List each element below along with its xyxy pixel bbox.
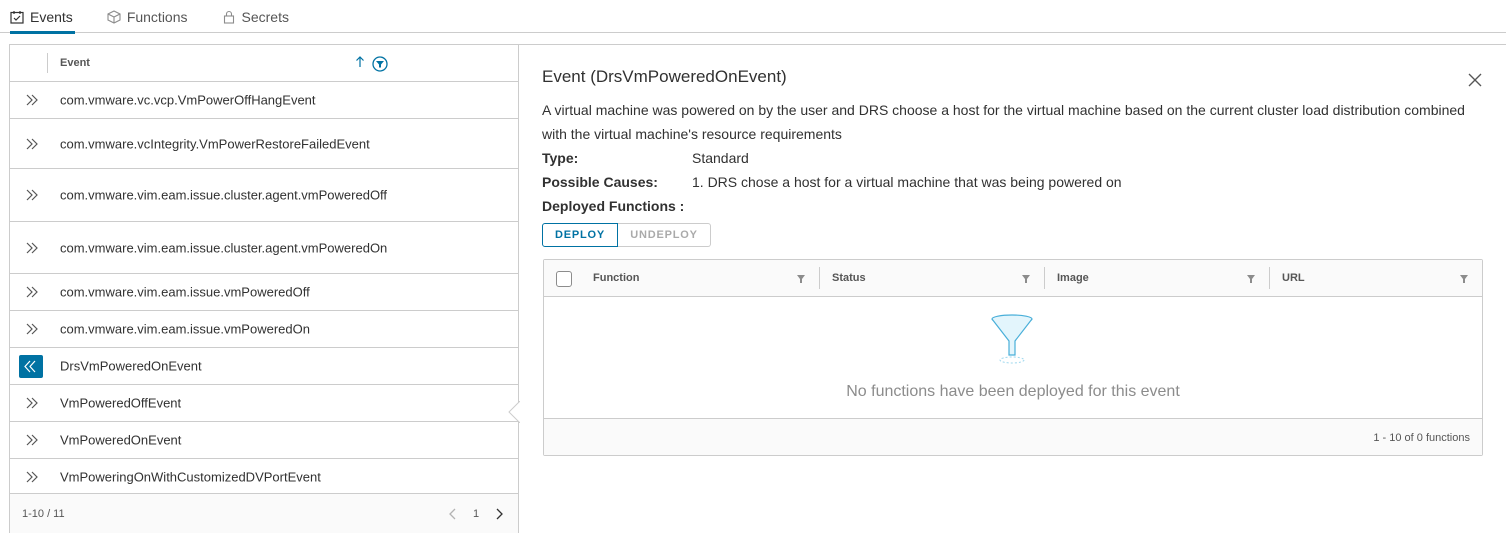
event-row[interactable]: DrsVmPoweredOnEvent xyxy=(10,348,518,385)
event-list-panel: Event com.vmware.vc.vcp.VmPowerOffHangEv… xyxy=(9,44,520,533)
type-value: Standard xyxy=(692,150,749,166)
lock-icon xyxy=(223,10,234,24)
type-row: Type: Standard xyxy=(542,150,749,166)
column-function-label: Function xyxy=(593,272,640,284)
event-row-label: VmPoweredOffEvent xyxy=(60,395,182,411)
column-image[interactable]: Image xyxy=(1044,260,1270,297)
list-pagination: 1-10 / 11 1 xyxy=(10,493,518,533)
filter-icon[interactable] xyxy=(1021,274,1031,284)
event-row-label: com.vmware.vc.vcp.VmPowerOffHangEvent xyxy=(60,92,316,108)
chevron-right-icon[interactable] xyxy=(493,507,505,521)
event-list-header: Event xyxy=(10,45,518,82)
expand-icon[interactable] xyxy=(24,321,40,337)
undeploy-button[interactable]: UNDEPLOY xyxy=(618,223,711,247)
empty-message: No functions have been deployed for this… xyxy=(846,383,1180,400)
cube-icon xyxy=(107,9,121,24)
collapse-icon[interactable] xyxy=(19,354,43,378)
sort-ascending-icon[interactable] xyxy=(354,55,366,69)
event-row[interactable]: com.vmware.vim.eam.issue.cluster.agent.v… xyxy=(10,169,518,222)
tab-functions-label: Functions xyxy=(126,8,188,25)
chevron-left-icon[interactable] xyxy=(447,507,459,521)
close-icon[interactable] xyxy=(1467,72,1483,88)
event-row-label: com.vmware.vim.eam.issue.vmPoweredOn xyxy=(60,321,310,337)
detail-title: Event (DrsVmPoweredOnEvent) xyxy=(542,67,787,86)
expand-icon[interactable] xyxy=(24,469,40,485)
tab-secrets[interactable]: Secrets xyxy=(222,0,289,33)
functions-grid-footer: 1 - 10 of 0 functions xyxy=(544,418,1482,455)
expand-icon[interactable] xyxy=(24,284,40,300)
event-row[interactable]: com.vmware.vc.vcp.VmPowerOffHangEvent xyxy=(10,82,518,119)
causes-label: Possible Causes: xyxy=(542,174,658,190)
deploy-button-group: DEPLOY UNDEPLOY xyxy=(542,223,711,247)
event-row-label: com.vmware.vim.eam.issue.vmPoweredOff xyxy=(60,284,310,300)
column-image-label: Image xyxy=(1057,272,1089,284)
tab-bar: Events Functions Secrets xyxy=(0,0,1506,34)
event-column-label: Event xyxy=(60,57,90,69)
expand-icon[interactable] xyxy=(24,136,40,152)
deployed-functions-row: Deployed Functions : xyxy=(542,198,692,214)
tab-events[interactable]: Events xyxy=(10,0,75,34)
event-row[interactable]: com.vmware.vim.eam.issue.cluster.agent.v… xyxy=(10,222,518,274)
detail-description: A virtual machine was powered on by the … xyxy=(542,102,1465,142)
tab-secrets-label: Secrets xyxy=(241,8,289,25)
event-row[interactable]: VmPoweredOnEvent xyxy=(10,422,518,459)
event-row-label: com.vmware.vcIntegrity.VmPowerRestoreFai… xyxy=(60,136,370,151)
event-row-label: com.vmware.vim.eam.issue.cluster.agent.v… xyxy=(60,187,388,203)
pagination-range: 1-10 / 11 xyxy=(22,508,65,520)
event-row-label: VmPoweringOnWithCustomizedDVPortEvent xyxy=(60,469,321,485)
column-status[interactable]: Status xyxy=(819,260,1045,297)
type-label: Type: xyxy=(542,150,579,166)
causes-row: Possible Causes: 1. DRS chose a host for … xyxy=(542,174,1122,190)
filter-icon[interactable] xyxy=(1246,274,1256,284)
expand-icon[interactable] xyxy=(24,92,40,108)
functions-empty-state: No functions have been deployed for this… xyxy=(544,297,1482,418)
expand-icon[interactable] xyxy=(24,240,40,256)
event-row[interactable]: com.vmware.vim.eam.issue.vmPoweredOn xyxy=(10,311,518,348)
filter-icon[interactable] xyxy=(372,56,388,72)
column-function[interactable]: Function xyxy=(544,260,820,297)
event-row-label: DrsVmPoweredOnEvent xyxy=(60,358,202,374)
tab-functions[interactable]: Functions xyxy=(107,0,188,33)
event-row[interactable]: VmPoweringOnWithCustomizedDVPortEvent xyxy=(10,459,518,496)
column-url[interactable]: URL xyxy=(1269,260,1482,297)
event-rows: com.vmware.vc.vcp.VmPowerOffHangEvent com… xyxy=(10,82,518,496)
column-separator xyxy=(47,53,48,73)
functions-grid-header: Function Status Image URL xyxy=(544,260,1482,297)
functions-count: 1 - 10 of 0 functions xyxy=(1373,432,1470,444)
empty-funnel-icon xyxy=(991,314,1033,364)
event-row-label: com.vmware.vim.eam.issue.cluster.agent.v… xyxy=(60,240,388,255)
deploy-button[interactable]: DEPLOY xyxy=(542,223,618,247)
expand-icon[interactable] xyxy=(24,187,40,203)
deployed-functions-label: Deployed Functions : xyxy=(542,198,685,214)
filter-icon[interactable] xyxy=(1459,274,1469,284)
column-url-label: URL xyxy=(1282,272,1305,284)
filter-icon[interactable] xyxy=(796,274,806,284)
functions-grid: Function Status Image URL No functions h… xyxy=(543,259,1483,456)
event-detail-panel: Event (DrsVmPoweredOnEvent) A virtual ma… xyxy=(519,44,1506,533)
event-row-label: VmPoweredOnEvent xyxy=(60,432,182,448)
tab-events-label: Events xyxy=(30,8,73,25)
event-row[interactable]: com.vmware.vcIntegrity.VmPowerRestoreFai… xyxy=(10,119,518,169)
event-row[interactable]: com.vmware.vim.eam.issue.vmPoweredOff xyxy=(10,274,518,311)
column-status-label: Status xyxy=(832,272,866,284)
expand-icon[interactable] xyxy=(24,395,40,411)
causes-value: 1. DRS chose a host for a virtual machin… xyxy=(692,174,1122,190)
calendar-check-icon xyxy=(10,10,24,24)
event-row[interactable]: VmPoweredOffEvent xyxy=(10,385,518,422)
current-page: 1 xyxy=(473,508,480,520)
expand-icon[interactable] xyxy=(24,432,40,448)
